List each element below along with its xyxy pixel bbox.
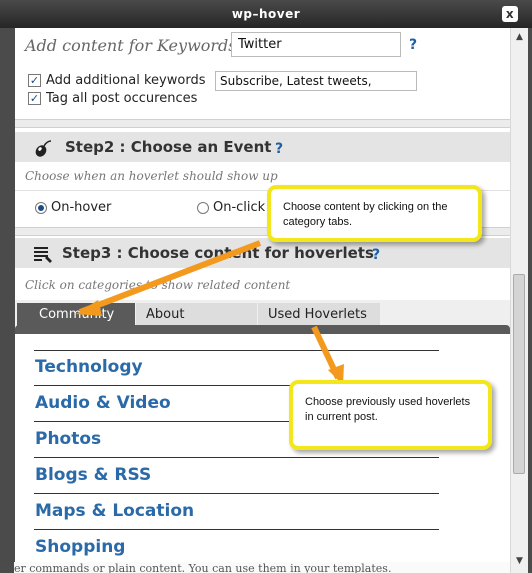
- background-editor-right: [528, 28, 532, 573]
- category-divider: [34, 457, 439, 458]
- keywords-help-icon[interactable]: ?: [409, 37, 417, 53]
- step2-subtitle: Choose when an hoverlet should show up: [25, 169, 278, 183]
- keywords-label: Add content for Keywords :: [25, 36, 247, 55]
- on-hover-radio[interactable]: [35, 202, 47, 214]
- section-divider: [15, 119, 510, 128]
- scroll-thumb[interactable]: [513, 274, 525, 474]
- category-blogs-rss[interactable]: Blogs & RSS: [35, 465, 151, 485]
- tabs-bar: [15, 325, 510, 334]
- keywords-input[interactable]: Twitter: [231, 32, 401, 57]
- step3-help-icon[interactable]: ?: [372, 247, 380, 263]
- window-titlebar: wp–hover x: [0, 0, 532, 28]
- add-keywords-label: Add additional keywords: [46, 73, 206, 88]
- tab-about[interactable]: About: [136, 303, 257, 327]
- category-divider: [34, 493, 439, 494]
- step3-title: Step3 : Choose content for hoverlets: [62, 244, 374, 262]
- window-title: wp–hover: [231, 7, 301, 21]
- add-keywords-checkbox[interactable]: ✓: [28, 74, 41, 87]
- mouse-icon: [35, 140, 52, 157]
- on-click-radio[interactable]: [197, 202, 209, 214]
- category-technology[interactable]: Technology: [35, 357, 143, 377]
- callout-tabs-tip: Choose content by clicking on the catego…: [267, 185, 482, 242]
- category-shopping[interactable]: Shopping: [35, 537, 125, 557]
- step3-header: Step3 : Choose content for hoverlets ?: [15, 238, 510, 268]
- step2-header: Step2 : Choose an Event ?: [15, 132, 510, 162]
- tag-all-label: Tag all post occurences: [46, 91, 198, 106]
- background-editor-text: er commands or plain content. You can us…: [14, 562, 514, 573]
- step2-title: Step2 : Choose an Event: [65, 138, 272, 156]
- tab-used-hoverlets[interactable]: Used Hoverlets: [258, 303, 380, 327]
- scroll-down-icon[interactable]: ▼: [513, 555, 526, 568]
- category-divider: [34, 350, 439, 351]
- close-icon[interactable]: x: [502, 6, 518, 22]
- list-icon: [34, 247, 52, 263]
- step2-help-icon[interactable]: ?: [275, 141, 283, 157]
- on-click-label: On-click: [213, 200, 266, 215]
- hover-settings-panel: Add content for Keywords : Twitter ? ✓ A…: [15, 28, 510, 562]
- callout-used-tip: Choose previously used hoverlets in curr…: [289, 380, 492, 450]
- category-maps-location[interactable]: Maps & Location: [35, 501, 194, 521]
- vertical-scrollbar[interactable]: ▲ ▼: [510, 28, 528, 573]
- on-hover-label: On-hover: [51, 200, 112, 215]
- additional-keywords-input[interactable]: Subscribe, Latest tweets,: [215, 71, 417, 91]
- category-audio-video[interactable]: Audio & Video: [35, 393, 171, 413]
- category-divider: [34, 529, 439, 530]
- scroll-up-icon[interactable]: ▲: [513, 31, 526, 44]
- background-editor-left: [0, 28, 15, 573]
- step3-subtitle: Click on categories to show related cont…: [25, 278, 291, 292]
- category-photos[interactable]: Photos: [35, 429, 101, 449]
- tag-all-checkbox[interactable]: ✓: [28, 92, 41, 105]
